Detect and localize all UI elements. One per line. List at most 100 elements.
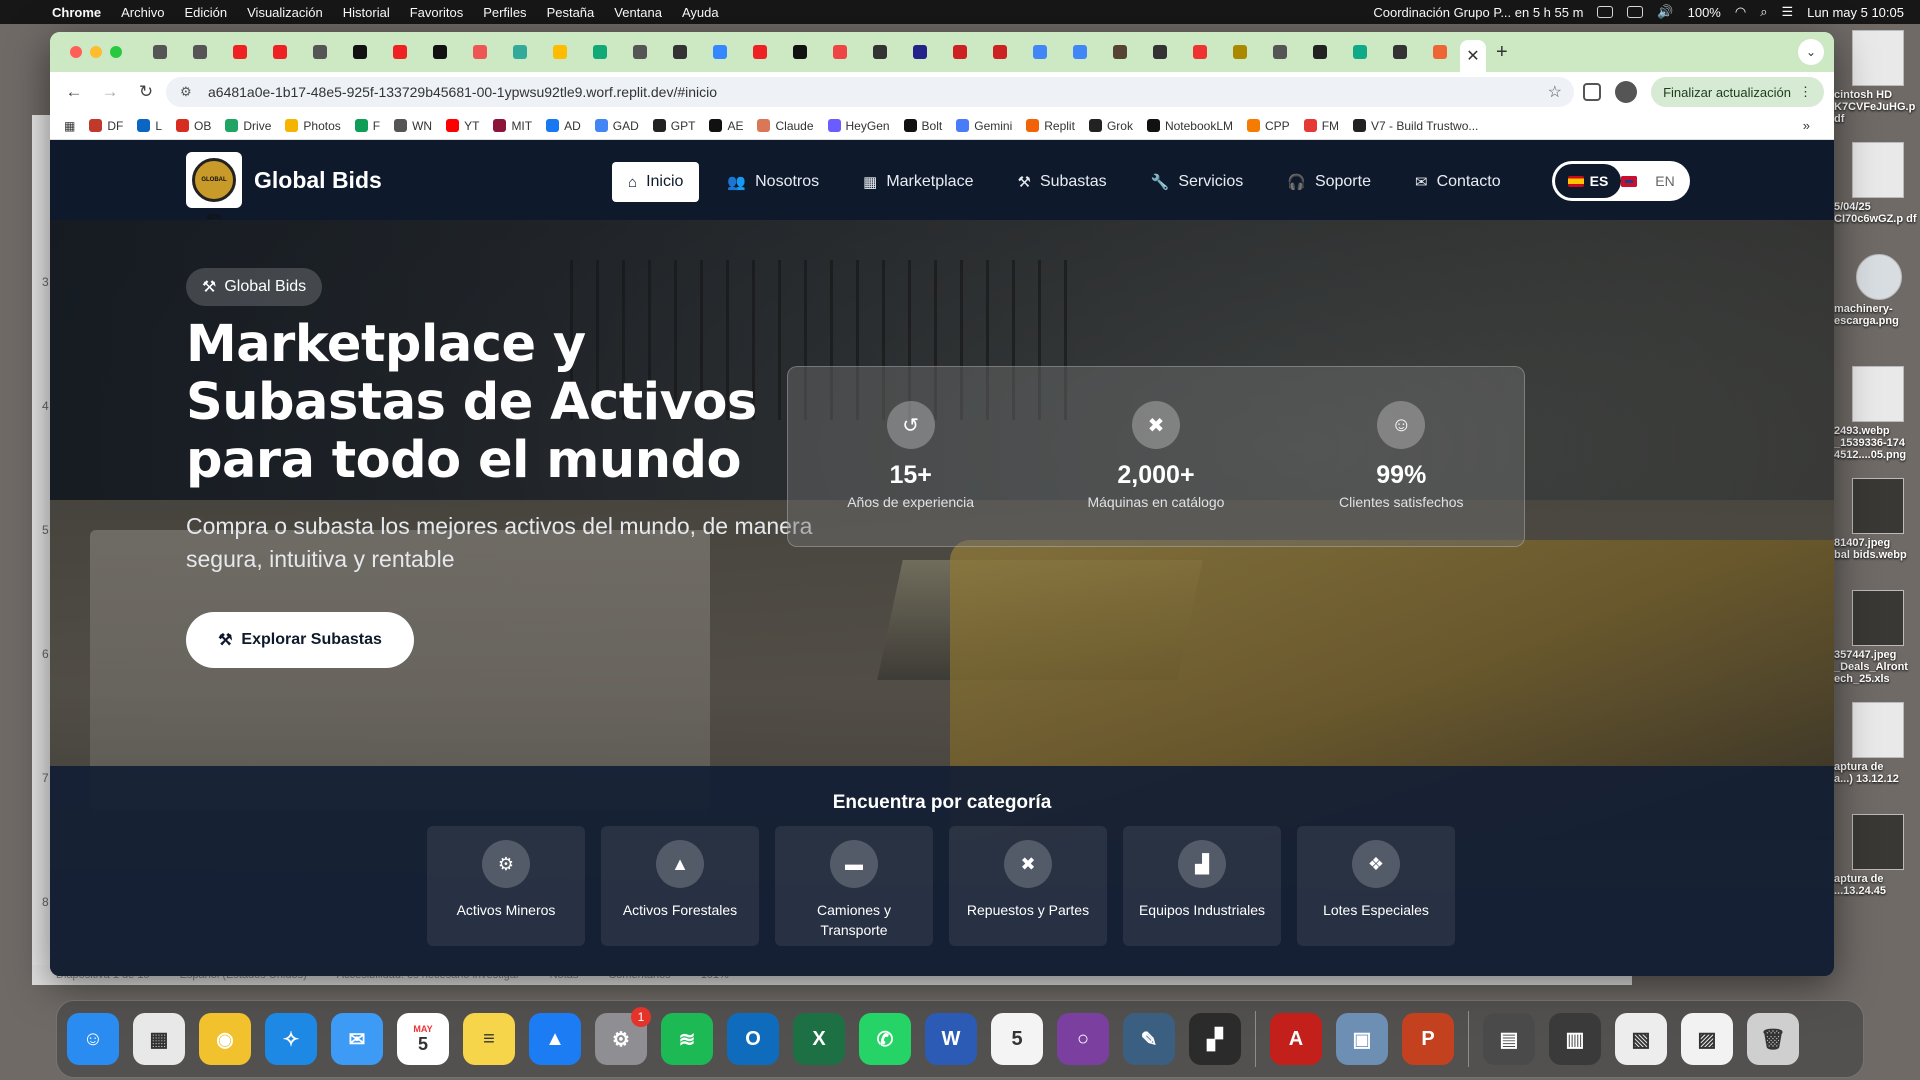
category-card[interactable]: ❖ Lotes Especiales bbox=[1297, 826, 1455, 946]
site-info-icon[interactable]: ⚙ bbox=[180, 84, 196, 100]
explore-auctions-button[interactable]: ⚒ Explorar Subastas bbox=[186, 612, 414, 668]
wifi-icon[interactable]: ◠ bbox=[1735, 4, 1746, 20]
tab-favicon-icon[interactable] bbox=[513, 45, 527, 59]
tab-favicon-icon[interactable] bbox=[1313, 45, 1327, 59]
profile-avatar[interactable] bbox=[1615, 81, 1638, 103]
bookmark-item[interactable]: V7 - Build Trustwo... bbox=[1353, 119, 1478, 133]
tab-favicon-icon[interactable] bbox=[233, 45, 247, 59]
tab-favicon-icon[interactable] bbox=[953, 45, 967, 59]
back-button[interactable]: ← bbox=[60, 82, 88, 102]
more-bookmarks-icon[interactable]: » bbox=[1803, 118, 1810, 133]
finder-icon[interactable]: ☺ bbox=[67, 1013, 119, 1065]
bookmark-item[interactable]: Photos bbox=[285, 119, 341, 133]
folder-stack-icon[interactable]: ▤ bbox=[1483, 1013, 1535, 1065]
bookmark-item[interactable]: HeyGen bbox=[827, 119, 890, 133]
tab-favicon-icon[interactable] bbox=[153, 45, 167, 59]
desktop-file[interactable]: 81407.jpeg bal bids.webp bbox=[1834, 478, 1920, 561]
circle-app-icon[interactable]: ○ bbox=[1057, 1013, 1109, 1065]
reload-button[interactable]: ↻ bbox=[132, 82, 160, 102]
tab-favicon-icon[interactable] bbox=[713, 45, 727, 59]
outlook-icon[interactable]: O bbox=[727, 1013, 779, 1065]
bookmark-item[interactable]: Claude bbox=[757, 119, 814, 133]
bookmark-item[interactable]: CPP bbox=[1247, 119, 1290, 133]
system-settings-icon[interactable]: ⚙ 1 bbox=[595, 1007, 651, 1065]
category-card[interactable]: ⚙ Activos Mineros bbox=[427, 826, 585, 946]
site-logo[interactable]: GLOBAL BIDS Global Bids bbox=[186, 152, 382, 221]
pen-app-icon[interactable]: ✎ bbox=[1123, 1013, 1175, 1065]
calendar-alt-icon[interactable]: 5 bbox=[991, 1013, 1043, 1065]
menubar-item[interactable]: Perfiles bbox=[483, 5, 526, 20]
desktop-file[interactable]: 357447.jpeg _Deals_Alront ech_25.xls bbox=[1834, 590, 1920, 685]
category-card[interactable]: ▲ Activos Forestales bbox=[601, 826, 759, 946]
tab-favicon-icon[interactable] bbox=[1233, 45, 1247, 59]
menubar-item[interactable]: Visualización bbox=[247, 5, 323, 20]
nav-link-subastas[interactable]: ⚒ Subastas bbox=[1001, 162, 1122, 202]
category-card[interactable]: ▟ Equipos Industriales bbox=[1123, 826, 1281, 946]
tab-favicon-icon[interactable] bbox=[673, 45, 687, 59]
safari-icon[interactable]: ✧ bbox=[265, 1013, 317, 1065]
calendar-event[interactable]: Coordinación Grupo P... en 5 h 55 m bbox=[1373, 5, 1583, 20]
docs-stack-icon[interactable]: ▨ bbox=[1681, 1013, 1733, 1065]
active-tab[interactable]: ✕ bbox=[1460, 40, 1486, 72]
display-icon[interactable] bbox=[1627, 6, 1644, 18]
tab-favicon-icon[interactable] bbox=[313, 45, 327, 59]
bookmark-item[interactable]: GPT bbox=[652, 119, 695, 133]
tab-favicon-icon[interactable] bbox=[1073, 45, 1087, 59]
bookmark-item[interactable]: AD bbox=[546, 119, 581, 133]
bookmark-item[interactable]: YT bbox=[446, 119, 479, 133]
blocks-app-icon[interactable]: ▞ bbox=[1189, 1013, 1241, 1065]
menubar-item[interactable]: Archivo bbox=[121, 5, 164, 20]
trash-icon[interactable]: 🗑 bbox=[1747, 1013, 1799, 1065]
excel-icon[interactable]: X bbox=[793, 1013, 845, 1065]
tab-favicon-icon[interactable] bbox=[593, 45, 607, 59]
launchpad-icon[interactable]: ▦ bbox=[133, 1013, 185, 1065]
extensions-icon[interactable] bbox=[1583, 83, 1602, 101]
screen-record-icon[interactable] bbox=[1597, 6, 1614, 18]
bookmark-item[interactable]: Drive bbox=[225, 119, 271, 133]
minimize-window-button[interactable] bbox=[90, 46, 102, 58]
tab-favicon-icon[interactable] bbox=[873, 45, 887, 59]
menubar-item[interactable]: Pestaña bbox=[547, 5, 595, 20]
close-window-button[interactable] bbox=[70, 46, 82, 58]
bookmark-item[interactable]: GAD bbox=[594, 119, 639, 133]
tab-favicon-icon[interactable] bbox=[553, 45, 567, 59]
bookmark-star-icon[interactable]: ☆ bbox=[1548, 82, 1562, 102]
nav-link-contacto[interactable]: ✉ Contacto bbox=[1399, 162, 1517, 202]
chrome-icon[interactable]: ◉ bbox=[199, 1013, 251, 1065]
word-icon[interactable]: W bbox=[925, 1013, 977, 1065]
tab-favicon-icon[interactable] bbox=[393, 45, 407, 59]
control-center-icon[interactable]: ☰ bbox=[1781, 4, 1793, 20]
tab-favicon-icon[interactable] bbox=[1433, 45, 1447, 59]
tab-favicon-icon[interactable] bbox=[913, 45, 927, 59]
bookmark-item[interactable]: Replit bbox=[1026, 119, 1075, 133]
tab-favicon-icon[interactable] bbox=[1353, 45, 1367, 59]
desktop-file[interactable]: cintosh HD K7CVFeJuHG.p df bbox=[1834, 30, 1920, 125]
bookmark-item[interactable]: FM bbox=[1303, 119, 1339, 133]
tab-favicon-icon[interactable] bbox=[193, 45, 207, 59]
powerpoint-icon[interactable]: P bbox=[1402, 1013, 1454, 1065]
nav-link-marketplace[interactable]: ▦ Marketplace bbox=[847, 162, 989, 202]
tab-favicon-icon[interactable] bbox=[1273, 45, 1287, 59]
bookmark-item[interactable]: WN bbox=[394, 119, 432, 133]
bookmark-item[interactable]: MIT bbox=[493, 119, 532, 133]
downloads-stack-icon[interactable]: ▧ bbox=[1615, 1013, 1667, 1065]
acrobat-icon[interactable]: A bbox=[1270, 1013, 1322, 1065]
tab-favicon-icon[interactable] bbox=[753, 45, 767, 59]
tab-favicon-icon[interactable] bbox=[353, 45, 367, 59]
bookmark-item[interactable]: Gemini bbox=[956, 119, 1012, 133]
desktop-file[interactable]: 5/04/25 CI70c6wGZ.p df bbox=[1834, 142, 1920, 225]
category-card[interactable]: ✖ Repuestos y Partes bbox=[949, 826, 1107, 946]
bookmark-item[interactable]: NotebookLM bbox=[1146, 119, 1233, 133]
desktop-file[interactable]: aptura de a...) 13.12.12 bbox=[1834, 702, 1920, 785]
spotify-icon[interactable]: ≋ bbox=[661, 1013, 713, 1065]
tab-favicon-icon[interactable] bbox=[1393, 45, 1407, 59]
menubar-item[interactable]: Historial bbox=[343, 5, 390, 20]
zoom-window-button[interactable] bbox=[110, 46, 122, 58]
menubar-item[interactable]: Favoritos bbox=[410, 5, 463, 20]
keynote-icon[interactable]: ▲ bbox=[529, 1013, 581, 1065]
volume-icon[interactable]: 🔊 bbox=[1657, 4, 1673, 20]
desktop-file[interactable]: aptura de ...13.24.45 bbox=[1834, 814, 1920, 897]
tab-favicon-icon[interactable] bbox=[833, 45, 847, 59]
new-tab-button[interactable]: + bbox=[1496, 41, 1508, 64]
battery-percent[interactable]: 100% bbox=[1688, 5, 1721, 20]
